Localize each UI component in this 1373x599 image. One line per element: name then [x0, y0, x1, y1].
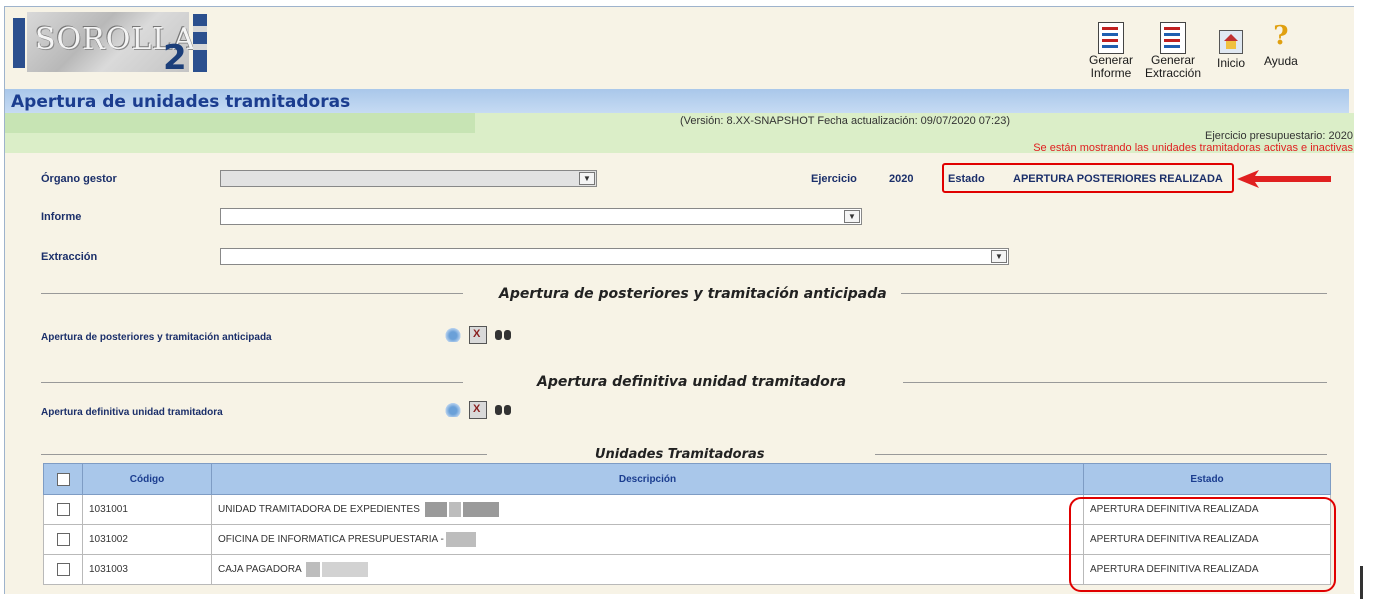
row-descripcion: UNIDAD TRAMITADORA DE EXPEDIENTES — [218, 504, 420, 516]
window-edge — [1354, 6, 1373, 599]
select-all-header — [43, 463, 83, 495]
divider — [41, 293, 463, 294]
generar-informe-button[interactable]: Generar Informe — [1089, 22, 1133, 80]
warning-text: Se están mostrando las unidades tramitad… — [1033, 142, 1353, 154]
row-codigo: 1031001 — [82, 494, 212, 525]
row-descripcion-cell: CAJA PAGADORA — [211, 554, 1084, 585]
page-title-bar: Apertura de unidades tramitadoras — [5, 89, 1349, 113]
column-header-estado: Estado — [1083, 463, 1331, 495]
info-bar: (Versión: 8.XX-SNAPSHOT Fecha actualizac… — [5, 113, 1355, 154]
divider — [41, 382, 463, 383]
binoculars-icon[interactable] — [495, 326, 511, 342]
extraccion-select[interactable]: ▼ — [220, 248, 1009, 265]
generar-extraccion-button[interactable]: Generar Extracción — [1145, 22, 1201, 80]
extract-icon — [1160, 22, 1187, 54]
inicio-button[interactable]: Inicio — [1217, 22, 1245, 70]
inicio-label: Inicio — [1217, 56, 1246, 70]
generar-extraccion-label-2: Extracción — [1145, 66, 1202, 80]
chevron-down-icon: ▼ — [991, 250, 1007, 263]
estado-column-highlight — [1069, 497, 1336, 592]
informe-select[interactable]: ▼ — [220, 208, 862, 225]
generar-informe-label-2: Informe — [1090, 66, 1132, 80]
chevron-down-icon: ▼ — [579, 172, 595, 185]
app-window: SOROLLA 2 Generar Informe Generar Extrac… — [4, 6, 1355, 594]
check-icon[interactable] — [445, 326, 461, 342]
divider — [901, 293, 1327, 294]
select-all-checkbox[interactable] — [56, 472, 70, 486]
organo-gestor-select[interactable]: ▼ — [220, 170, 597, 187]
divider — [903, 382, 1327, 383]
row-checkbox[interactable] — [56, 563, 70, 576]
row-checkbox-cell — [43, 524, 83, 555]
header: SOROLLA 2 Generar Informe Generar Extrac… — [5, 7, 1355, 89]
row-descripcion: OFICINA DE INFORMATICA PRESUPUESTARIA - — [218, 534, 444, 546]
sorolla-logo: SOROLLA 2 — [13, 12, 209, 78]
row-descripcion: CAJA PAGADORA — [218, 564, 302, 576]
report-icon — [1098, 22, 1125, 54]
row-checkbox[interactable] — [56, 533, 70, 546]
row-codigo: 1031002 — [82, 524, 212, 555]
ejercicio-label: Ejercicio — [811, 173, 857, 185]
red-arrow-annotation — [1237, 170, 1331, 188]
estado-highlight — [942, 163, 1234, 193]
informe-label: Informe — [41, 211, 82, 223]
logo-suffix: 2 — [163, 38, 187, 78]
extraccion-label: Extracción — [41, 251, 98, 263]
column-header-codigo: Código — [82, 463, 212, 495]
divider — [41, 454, 487, 455]
excel-icon[interactable] — [469, 401, 487, 419]
row-checkbox-cell — [43, 494, 83, 525]
page-title: Apertura de unidades tramitadoras — [11, 92, 351, 112]
binoculars-icon[interactable] — [495, 401, 511, 417]
section-definitiva-title: Apertura definitiva unidad tramitadora — [537, 374, 847, 390]
row-checkbox-cell — [43, 554, 83, 585]
excel-icon[interactable] — [469, 326, 487, 344]
help-icon: ? — [1273, 21, 1289, 51]
row-codigo: 1031003 — [82, 554, 212, 585]
posteriores-label: Apertura de posteriores y tramitación an… — [41, 332, 272, 343]
ayuda-label: Ayuda — [1264, 54, 1298, 68]
chevron-down-icon: ▼ — [844, 210, 860, 223]
version-text: (Versión: 8.XX-SNAPSHOT Fecha actualizac… — [680, 115, 1010, 127]
section-posteriores-title: Apertura de posteriores y tramitación an… — [499, 286, 887, 302]
definitiva-label: Apertura definitiva unidad tramitadora — [41, 407, 223, 418]
column-header-descripcion: Descripción — [211, 463, 1084, 495]
row-descripcion-cell: OFICINA DE INFORMATICA PRESUPUESTARIA - — [211, 524, 1084, 555]
posteriores-actions — [445, 326, 525, 344]
ejercicio-presupuestario: Ejercicio presupuestario: 2020 — [1205, 130, 1353, 142]
section-unidades-title: Unidades Tramitadoras — [595, 447, 765, 462]
row-checkbox[interactable] — [56, 503, 70, 516]
ayuda-button[interactable]: ? Ayuda — [1264, 22, 1298, 68]
home-icon — [1219, 30, 1243, 54]
check-icon[interactable] — [445, 401, 461, 417]
organo-gestor-label: Órgano gestor — [41, 173, 117, 185]
definitiva-actions — [445, 401, 525, 419]
row-descripcion-cell: UNIDAD TRAMITADORA DE EXPEDIENTES — [211, 494, 1084, 525]
ejercicio-value: 2020 — [889, 173, 914, 185]
divider — [875, 454, 1327, 455]
